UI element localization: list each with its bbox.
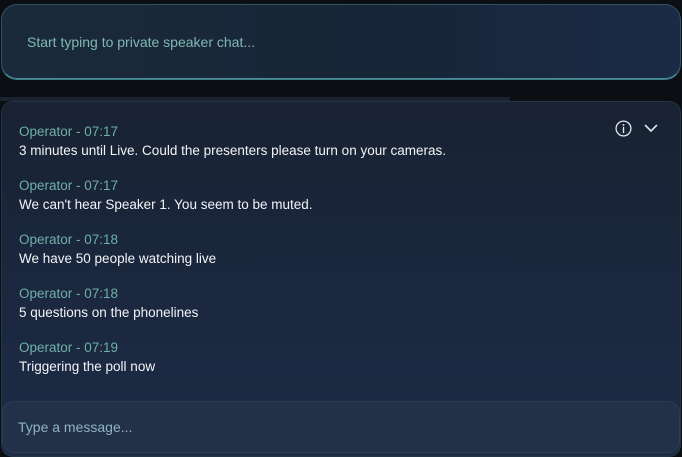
message-author-time: Operator - 07:18 bbox=[19, 286, 119, 301]
message-text: We have 50 people watching live bbox=[19, 251, 217, 266]
message-text: 3 minutes until Live. Could the presente… bbox=[19, 143, 446, 158]
chevron-down-icon[interactable] bbox=[642, 119, 660, 137]
message-author-time: Operator - 07:17 bbox=[19, 178, 119, 193]
message-author-time: Operator - 07:17 bbox=[19, 124, 119, 139]
message-author-time: Operator - 07:18 bbox=[19, 232, 119, 247]
chat-message: Operator - 07:19 Triggering the poll now bbox=[19, 339, 620, 377]
message-author-time: Operator - 07:19 bbox=[19, 340, 119, 355]
message-input[interactable] bbox=[3, 402, 679, 452]
chat-message: Operator - 07:18 5 questions on the phon… bbox=[19, 285, 620, 323]
message-text: We can't hear Speaker 1. You seem to be … bbox=[19, 197, 313, 212]
message-text: Triggering the poll now bbox=[19, 359, 156, 374]
message-text: 5 questions on the phonelines bbox=[19, 305, 199, 320]
chat-message: Operator - 07:17 We can't hear Speaker 1… bbox=[19, 177, 620, 215]
private-speaker-chat-panel bbox=[1, 4, 681, 79]
chat-message: Operator - 07:17 3 minutes until Live. C… bbox=[19, 123, 620, 161]
message-compose-box bbox=[2, 401, 680, 453]
message-list: Operator - 07:17 3 minutes until Live. C… bbox=[19, 123, 620, 393]
chat-header-controls bbox=[614, 119, 660, 137]
private-speaker-chat-input[interactable] bbox=[2, 5, 680, 78]
chat-message: Operator - 07:18 We have 50 people watch… bbox=[19, 231, 620, 269]
